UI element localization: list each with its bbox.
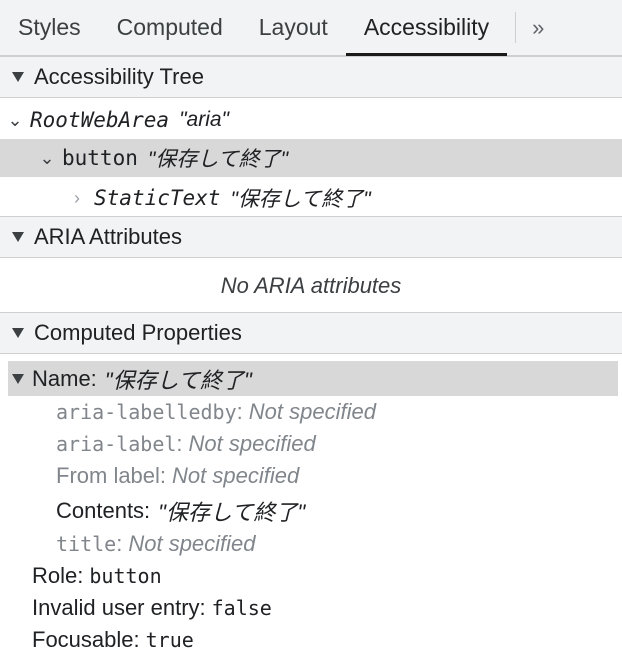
panel-tab-bar: Styles Computed Layout Accessibility » [0, 0, 622, 56]
tab-layout-label: Layout [258, 14, 328, 40]
source-value: Not specified [248, 399, 376, 424]
name-value: "保存して終了" [104, 367, 252, 393]
tab-styles-label: Styles [18, 14, 81, 40]
role-value: button [89, 564, 162, 588]
triangle-down-icon [12, 232, 24, 242]
focusable-label: Focusable: [32, 627, 140, 652]
source-value: Not specified [128, 531, 256, 556]
computed-role-row: Role: button [32, 560, 162, 592]
triangle-down-icon [12, 328, 24, 338]
tree-node-role: RootWebArea [30, 108, 170, 132]
tab-styles[interactable]: Styles [0, 0, 99, 55]
tab-accessibility[interactable]: Accessibility [345, 0, 508, 56]
name-source-from-label: From label: Not specified [56, 460, 299, 492]
computed-properties-title: Computed Properties [34, 320, 242, 345]
tree-node-name: "保存して終了" [147, 148, 289, 171]
aria-attributes-header[interactable]: ARIA Attributes [0, 216, 622, 258]
name-label: Name: [32, 365, 97, 391]
tab-computed-label: Computed [116, 14, 223, 40]
name-source-aria-labelledby: aria-labelledby: Not specified [56, 399, 376, 424]
accessibility-tree-header[interactable]: Accessibility Tree [0, 56, 622, 98]
tree-node-name: "aria" [179, 108, 230, 131]
source-value: "保存して終了" [158, 500, 306, 525]
source-key: aria-labelledby [56, 400, 237, 424]
triangle-down-icon [12, 373, 24, 384]
tree-node-button[interactable]: ⌄ button "保存して終了" [0, 139, 622, 177]
focusable-value: true [145, 628, 194, 652]
tree-node-root[interactable]: ⌄ RootWebArea "aria" [0, 101, 622, 139]
name-source-aria-label: aria-label: Not specified [56, 431, 316, 456]
role-label: Role: [32, 563, 84, 588]
name-source-title: title: Not specified [56, 531, 256, 556]
more-tabs-chevron-icon[interactable]: » [516, 0, 560, 55]
triangle-down-icon [12, 72, 24, 82]
name-source-contents: Contents: "保存して終了" [56, 495, 305, 527]
computed-invalid-row: Invalid user entry: false [32, 592, 272, 624]
invalid-label: Invalid user entry: [32, 595, 206, 620]
tree-node-static-text[interactable]: › StaticText "保存して終了" [0, 179, 622, 217]
source-value: Not specified [188, 431, 316, 456]
computed-focusable-row: Focusable: true [32, 624, 194, 656]
tree-node-role: StaticText [94, 186, 221, 210]
tab-accessibility-label: Accessibility [363, 14, 490, 40]
tab-computed[interactable]: Computed [99, 0, 241, 55]
source-key: aria-label [56, 432, 177, 456]
chevron-right-icon[interactable]: › [68, 188, 86, 209]
chevron-down-icon[interactable]: ⌄ [38, 148, 56, 169]
tab-layout[interactable]: Layout [241, 0, 346, 55]
source-key: title [56, 532, 117, 556]
no-aria-attributes-message: No ARIA attributes [220, 273, 402, 298]
aria-attributes-title: ARIA Attributes [34, 224, 182, 249]
computed-properties-header[interactable]: Computed Properties [0, 312, 622, 354]
tree-node-role: button [62, 146, 138, 170]
source-key: Contents: [56, 498, 151, 523]
chevron-down-icon[interactable]: ⌄ [6, 110, 24, 131]
computed-name-row[interactable]: Name: "保存して終了" [8, 361, 618, 396]
tree-node-name: "保存して終了" [230, 188, 371, 211]
invalid-value: false [211, 596, 272, 620]
accessibility-tree-title: Accessibility Tree [34, 64, 204, 89]
source-key: From label: [56, 463, 167, 488]
source-value: Not specified [172, 463, 300, 488]
